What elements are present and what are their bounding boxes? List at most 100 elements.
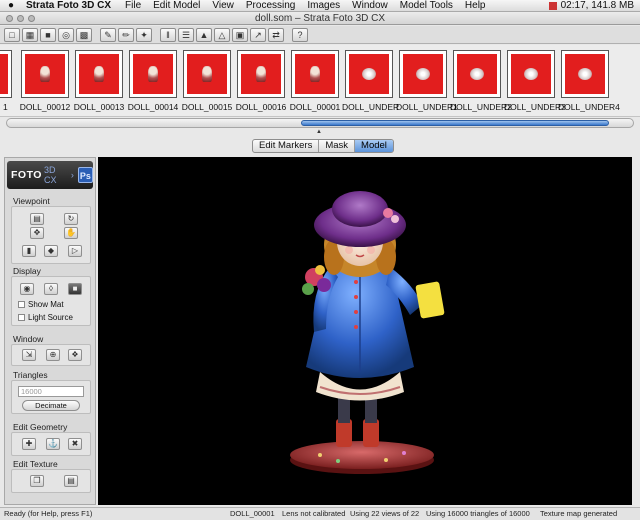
doll-thumbnail-icon	[202, 66, 212, 82]
edit-geometry-title: Edit Geometry	[13, 422, 68, 432]
window-fit-icon[interactable]: ⇲	[22, 349, 36, 361]
menu-view[interactable]: View	[206, 0, 240, 11]
layers-icon[interactable]: ☰	[178, 27, 194, 42]
thumbnail-item[interactable]: DOLL_00013	[72, 50, 126, 112]
fit-view-icon[interactable]: ◆	[44, 245, 58, 257]
rotate-icon[interactable]: ↻	[64, 213, 78, 225]
doll-model-render[interactable]	[98, 157, 632, 505]
strip-scrollbar[interactable]	[6, 118, 634, 128]
edit-texture-title: Edit Texture	[13, 459, 58, 469]
wand-icon[interactable]: ✦	[136, 27, 152, 42]
brush-icon[interactable]: ✏	[118, 27, 134, 42]
hand-icon[interactable]: ✋	[64, 227, 78, 239]
thumbnail-item[interactable]: DOLL_00001	[288, 50, 342, 112]
thumbnail-image[interactable]	[21, 50, 69, 98]
mesh-icon[interactable]: △	[214, 27, 230, 42]
thumbnail-label: DOLL_00016	[235, 102, 287, 112]
clock-memory-readout: 02:17, 141.8 MB	[560, 0, 634, 11]
thumbnail-label: DOLL_UNDER2	[450, 102, 512, 112]
minimize-window-button[interactable]	[17, 15, 24, 22]
menu-processing[interactable]: Processing	[240, 0, 301, 11]
status-bar: Ready (for Help, press F1) DOLL_00001 Le…	[0, 507, 640, 520]
pen-icon[interactable]: ✎	[100, 27, 116, 42]
photoshop-badge[interactable]: Ps	[77, 167, 93, 183]
close-window-button[interactable]	[6, 15, 13, 22]
doll-thumbnail-icon	[94, 66, 104, 82]
app-menu[interactable]: Strata Foto 3D CX	[22, 0, 119, 11]
thumbnail-image[interactable]	[75, 50, 123, 98]
thumbnail-image[interactable]	[507, 50, 555, 98]
thumbnail-image[interactable]	[561, 50, 609, 98]
thumbnail-image[interactable]	[345, 50, 393, 98]
thumbnail-label: DOLL_00014	[127, 102, 179, 112]
menu-edit-model[interactable]: Edit Model	[147, 0, 206, 11]
camera-view-icon[interactable]: ▷	[68, 245, 82, 257]
export-icon[interactable]: ↗	[250, 27, 266, 42]
pan-icon[interactable]: ✥	[30, 227, 44, 239]
window-expand-icon[interactable]: ❖	[68, 349, 82, 361]
display-title: Display	[13, 266, 41, 276]
thumbnail-image[interactable]	[183, 50, 231, 98]
thumbnail-item[interactable]: DOLL_00015	[180, 50, 234, 112]
apple-menu-icon[interactable]: ●	[0, 0, 22, 11]
thumbnail-item[interactable]: DOLL_UNDER	[342, 50, 399, 112]
thumbnail-image[interactable]	[453, 50, 501, 98]
triangles-input[interactable]: 16000	[18, 386, 84, 397]
window-center-icon[interactable]: ⊕	[46, 349, 60, 361]
target-icon[interactable]: ◎	[58, 27, 74, 42]
thumbnail-item[interactable]: DOLL_00016	[234, 50, 288, 112]
thumbnail-item[interactable]: DOLL_UNDER2	[450, 50, 512, 112]
cube-icon[interactable]: ▲	[196, 27, 212, 42]
model-viewport[interactable]	[98, 157, 632, 505]
doll-thumbnail-icon	[524, 68, 538, 80]
light-source-box[interactable]	[18, 314, 25, 321]
save-icon[interactable]: ■	[40, 27, 56, 42]
thumbnail-image[interactable]	[237, 50, 285, 98]
texture-copy-icon[interactable]: ❐	[30, 475, 44, 487]
scrollbar-thumb[interactable]	[301, 120, 609, 126]
thumbnail-item[interactable]: DOLL_00012	[18, 50, 72, 112]
tab-edit-markers[interactable]: Edit Markers	[253, 140, 320, 152]
thumbnail-label: DOLL_00013	[73, 102, 125, 112]
image-strip: 1 DOLL_00012 DOLL_00013 DOLL_00014 DOLL_000…	[0, 45, 640, 117]
new-document-icon[interactable]: □	[4, 27, 20, 42]
texture-edit-icon[interactable]: ▤	[64, 475, 78, 487]
menu-window[interactable]: Window	[346, 0, 394, 11]
share-icon[interactable]: ⇄	[268, 27, 284, 42]
thumbnail-item[interactable]: DOLL_UNDER3	[504, 50, 566, 112]
thumbnail-item[interactable]: DOLL_00014	[126, 50, 180, 112]
thumbnail-item[interactable]: DOLL_UNDER4	[558, 50, 620, 112]
thumbnail-image[interactable]	[291, 50, 339, 98]
tab-mask[interactable]: Mask	[319, 140, 356, 152]
thumbnail-image[interactable]	[129, 50, 177, 98]
texture-icon[interactable]: ▣	[232, 27, 248, 42]
camera-icon[interactable]: ▤	[30, 213, 44, 225]
decimate-button[interactable]: Decimate	[22, 400, 80, 411]
menu-model-tools[interactable]: Model Tools	[394, 0, 459, 11]
solid-display-icon[interactable]: ◉	[20, 283, 34, 295]
menu-file[interactable]: File	[119, 0, 147, 11]
thumbnail-item[interactable]: DOLL_UNDER1	[396, 50, 458, 112]
select-geometry-icon[interactable]: ✚	[22, 438, 36, 450]
logo-subtext: 3D CX	[43, 165, 57, 185]
anchor-icon[interactable]: ⚓	[46, 438, 60, 450]
menu-help[interactable]: Help	[459, 0, 492, 11]
menu-images[interactable]: Images	[301, 0, 346, 11]
front-view-icon[interactable]: ▮	[22, 245, 36, 257]
textured-display-icon[interactable]: ■	[68, 283, 82, 295]
open-folder-icon[interactable]: ▦	[22, 27, 38, 42]
thumbnail-image[interactable]	[399, 50, 447, 98]
help-button[interactable]: ?	[292, 27, 308, 42]
grid-icon[interactable]: ▩	[76, 27, 92, 42]
show-mat-checkbox[interactable]: Show Mat	[18, 300, 64, 309]
thumbnail-partial[interactable]	[0, 50, 12, 98]
scale-geometry-icon[interactable]: ✖	[68, 438, 82, 450]
tab-model[interactable]: Model	[355, 140, 393, 152]
window-section: ⇲ ⊕ ❖	[11, 344, 91, 366]
show-mat-box[interactable]	[18, 301, 25, 308]
zoom-window-button[interactable]	[28, 15, 35, 22]
light-source-checkbox[interactable]: Light Source	[18, 313, 73, 322]
columns-icon[interactable]: ‖	[160, 27, 176, 42]
resize-handle-icon[interactable]: ▲	[316, 129, 322, 135]
wireframe-display-icon[interactable]: ◊	[44, 283, 58, 295]
